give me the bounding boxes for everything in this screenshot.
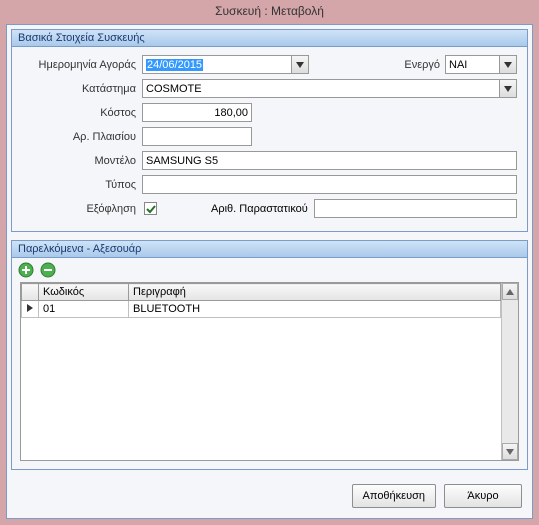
grid-corner: [22, 284, 39, 301]
window-title: Συσκευή : Μεταβολή: [0, 0, 539, 24]
save-button[interactable]: Αποθήκευση: [352, 484, 436, 508]
accessories-toolbar: [12, 258, 527, 282]
chevron-up-icon: [506, 289, 514, 295]
model-label: Μοντέλο: [22, 155, 140, 167]
table-row[interactable]: 01 BLUETOOTH: [22, 301, 501, 318]
dialog-buttons: Αποθήκευση Άκυρο: [7, 474, 532, 518]
model-input[interactable]: [142, 151, 517, 170]
accessories-body: Κωδικός Περιγραφή 01: [11, 258, 528, 470]
triangle-right-icon: [26, 303, 34, 313]
check-icon: [146, 204, 156, 214]
chevron-down-icon: [506, 449, 514, 455]
active-value[interactable]: [445, 55, 500, 74]
active-field[interactable]: [445, 55, 517, 74]
device-edit-window: Συσκευή : Μεταβολή Βασικά Στοιχεία Συσκε…: [0, 0, 539, 525]
add-row-button[interactable]: [18, 262, 34, 278]
paid-off-checkbox[interactable]: [144, 202, 157, 215]
cost-input[interactable]: [142, 103, 252, 122]
type-input[interactable]: [142, 175, 517, 194]
chevron-down-icon: [504, 86, 512, 92]
active-dropdown-btn[interactable]: [500, 55, 517, 74]
accessories-header: Παρελκόμενα - Αξεσουάρ: [11, 240, 528, 258]
row-indicator: [22, 301, 39, 318]
basic-info-body: Ημερομηνία Αγοράς 24/06/2015 Ενεργό: [11, 47, 528, 232]
vertical-scrollbar[interactable]: [501, 283, 518, 460]
purchase-date-dropdown-btn[interactable]: [292, 55, 309, 74]
type-label: Τύπος: [22, 179, 140, 191]
cost-label: Κόστος: [22, 107, 140, 119]
accessories-grid[interactable]: Κωδικός Περιγραφή 01: [20, 282, 519, 461]
purchase-date-label: Ημερομηνία Αγοράς: [22, 59, 140, 71]
minus-icon: [40, 262, 56, 278]
basic-info-panel: Βασικά Στοιχεία Συσκευής Ημερομηνία Αγορ…: [11, 29, 528, 232]
scroll-track[interactable]: [502, 300, 518, 443]
receipt-no-input[interactable]: [314, 199, 517, 218]
chassis-no-label: Αρ. Πλαισίου: [22, 131, 140, 143]
remove-row-button[interactable]: [40, 262, 56, 278]
cell-code[interactable]: 01: [39, 301, 129, 318]
chassis-no-input[interactable]: [142, 127, 252, 146]
scroll-up-button[interactable]: [502, 283, 518, 300]
active-label: Ενεργό: [311, 59, 443, 71]
store-dropdown-btn[interactable]: [500, 79, 517, 98]
store-label: Κατάστημα: [22, 83, 140, 95]
receipt-no-label: Αριθ. Παραστατικού: [211, 203, 312, 215]
store-value[interactable]: [142, 79, 500, 98]
content-area: Βασικά Στοιχεία Συσκευής Ημερομηνία Αγορ…: [6, 24, 533, 519]
chevron-down-icon: [296, 62, 304, 68]
col-header-description[interactable]: Περιγραφή: [129, 284, 501, 301]
accessories-panel: Παρελκόμενα - Αξεσουάρ: [11, 240, 528, 470]
purchase-date-value: 24/06/2015: [146, 59, 203, 71]
plus-icon: [18, 262, 34, 278]
paid-off-label: Εξόφληση: [22, 203, 140, 215]
cell-description[interactable]: BLUETOOTH: [129, 301, 501, 318]
chevron-down-icon: [504, 62, 512, 68]
store-field[interactable]: [142, 79, 517, 98]
basic-info-header: Βασικά Στοιχεία Συσκευής: [11, 29, 528, 47]
col-header-code[interactable]: Κωδικός: [39, 284, 129, 301]
accessories-grid-container: Κωδικός Περιγραφή 01: [20, 282, 519, 461]
scroll-down-button[interactable]: [502, 443, 518, 460]
purchase-date-field[interactable]: 24/06/2015: [142, 55, 309, 74]
cancel-button[interactable]: Άκυρο: [444, 484, 522, 508]
